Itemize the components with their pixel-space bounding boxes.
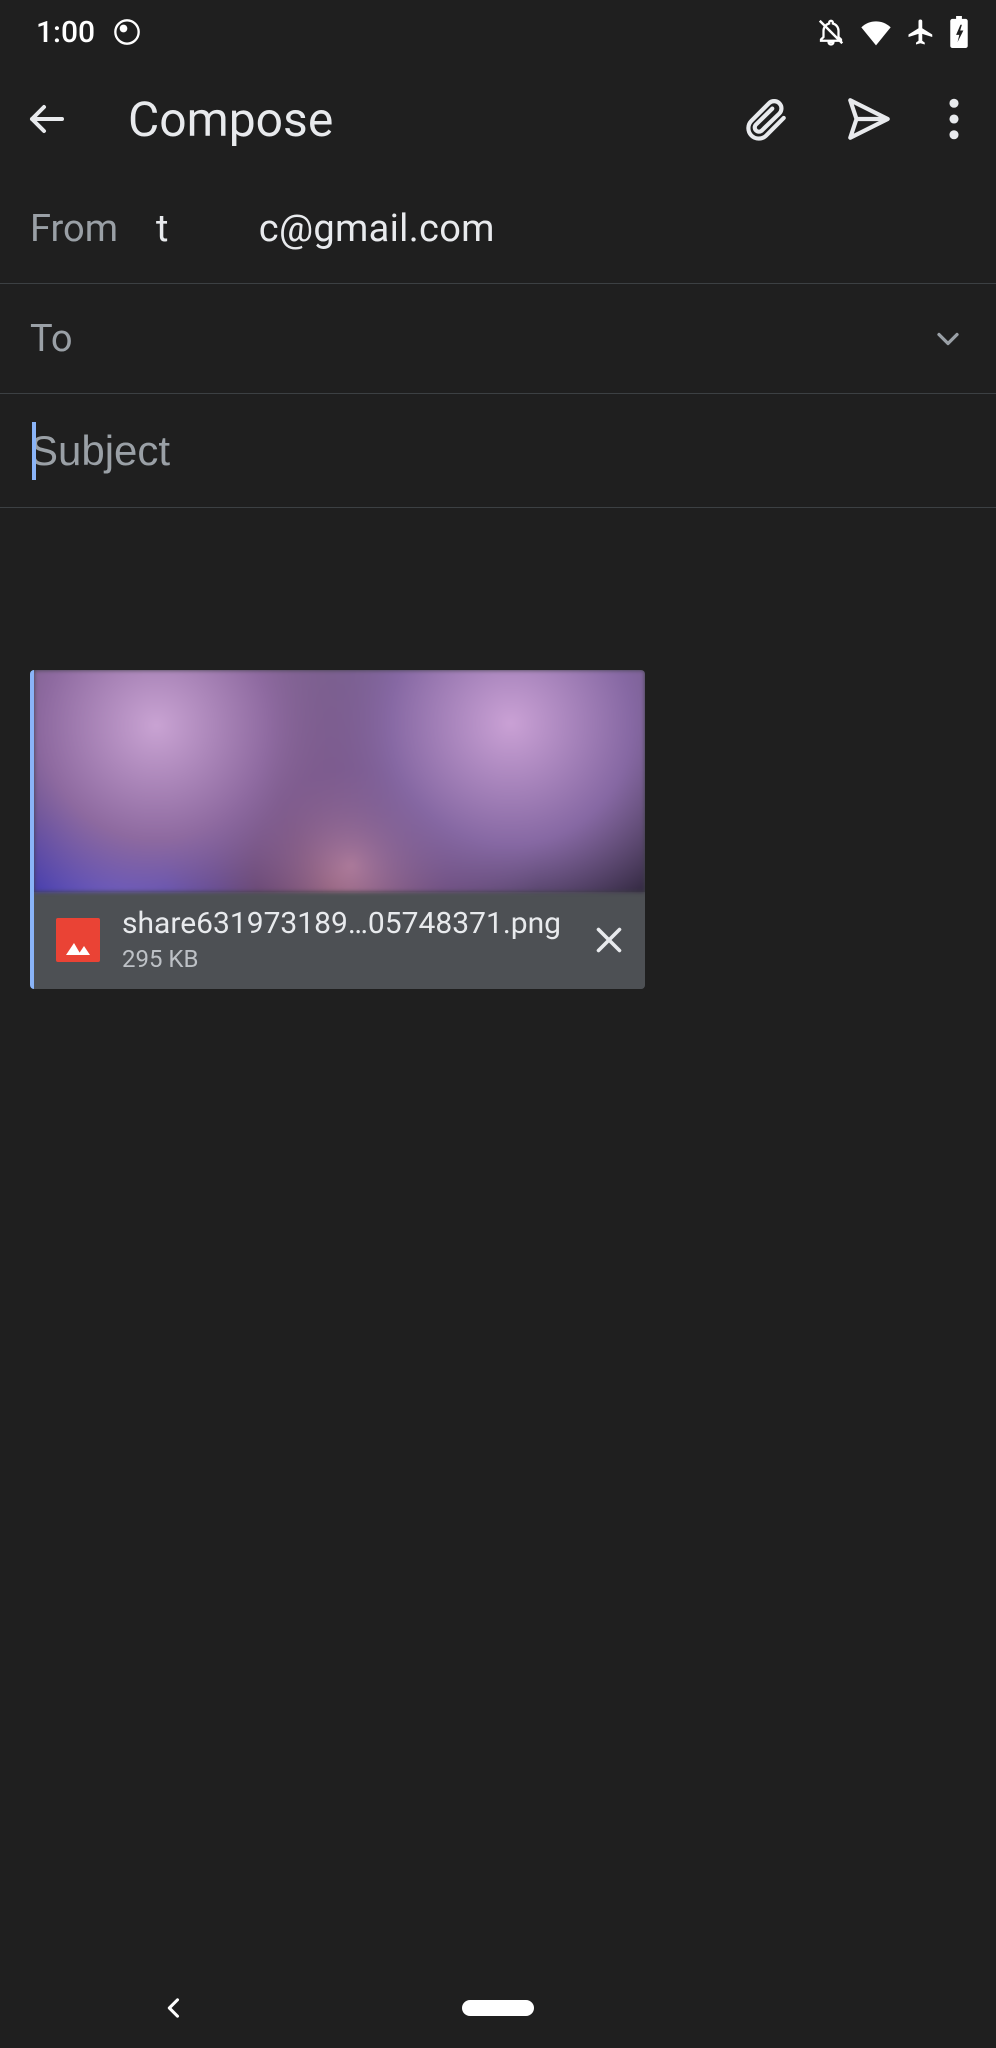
nav-home-pill[interactable] [462,2000,534,2016]
send-button[interactable] [844,94,894,144]
status-time: 1:00 [36,15,95,50]
subject-input[interactable] [30,427,966,475]
status-bar: 1:00 [0,0,996,64]
battery-charging-icon [950,16,968,48]
navigation-bar [0,1968,996,2048]
to-label: To [30,317,930,361]
notifications-off-icon [816,17,846,47]
from-label: From [30,207,118,251]
from-row[interactable]: From tc@gmail.com [0,174,996,284]
wifi-icon [860,17,892,47]
text-cursor [32,422,36,480]
attachment-size: 295 KB [122,945,569,973]
status-app-icon [113,18,141,46]
more-options-button[interactable] [948,98,960,140]
attachment-card: share631973189…05748371.png 295 KB [30,670,645,989]
to-row[interactable]: To [0,284,996,394]
subject-row[interactable] [0,394,996,508]
from-email: tc@gmail.com [156,207,495,251]
attachment-filename: share631973189…05748371.png [122,906,569,941]
back-button[interactable] [22,95,70,143]
page-title: Compose [128,91,740,148]
image-file-icon [56,918,100,962]
attach-button[interactable] [740,94,790,144]
app-bar: Compose [0,64,996,174]
nav-back-button[interactable] [160,1994,188,2022]
attachment-thumbnail[interactable] [34,670,645,892]
airplane-mode-icon [906,17,936,47]
remove-attachment-button[interactable] [591,922,627,958]
expand-recipients-button[interactable] [930,321,966,357]
compose-body[interactable]: share631973189…05748371.png 295 KB [0,508,996,1017]
